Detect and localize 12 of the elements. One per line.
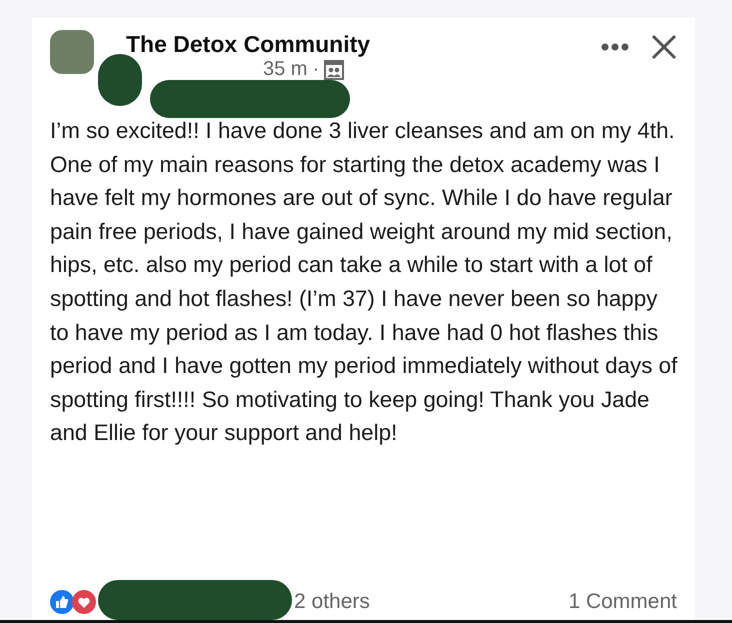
post-text: I’m so excited!! I have done 3 liver cleanses and am on my 4th. One of my main reasons for starting the detox academy was I have felt my hormones are out of sync. While I do have regular pain free periods, I have gained weight around my mid section, hips, etc. also my period can take a while to start with a lot of spotting and hot flashes! (I’m 37) I have never been so happy to have my period as I am today. I have had 0 hot flashes this period and I have gotten my period immediately without days of spotting first!!!! So motivating to keep going! Thank you Jade and Ellie for your support and help! [50,117,678,448]
group-name[interactable]: The Detox Community [126,30,370,58]
more-options-icon[interactable] [601,43,629,51]
redaction-mark [98,54,142,106]
close-icon[interactable] [651,34,677,60]
group-members-icon [324,60,344,80]
separator: · [312,58,320,81]
reactions-count[interactable]: 2 others [294,590,370,614]
post-time: 35 m [263,58,308,81]
like-icon [50,590,74,614]
comments-count[interactable]: 1 Comment [568,590,677,614]
group-avatar[interactable] [50,30,94,74]
